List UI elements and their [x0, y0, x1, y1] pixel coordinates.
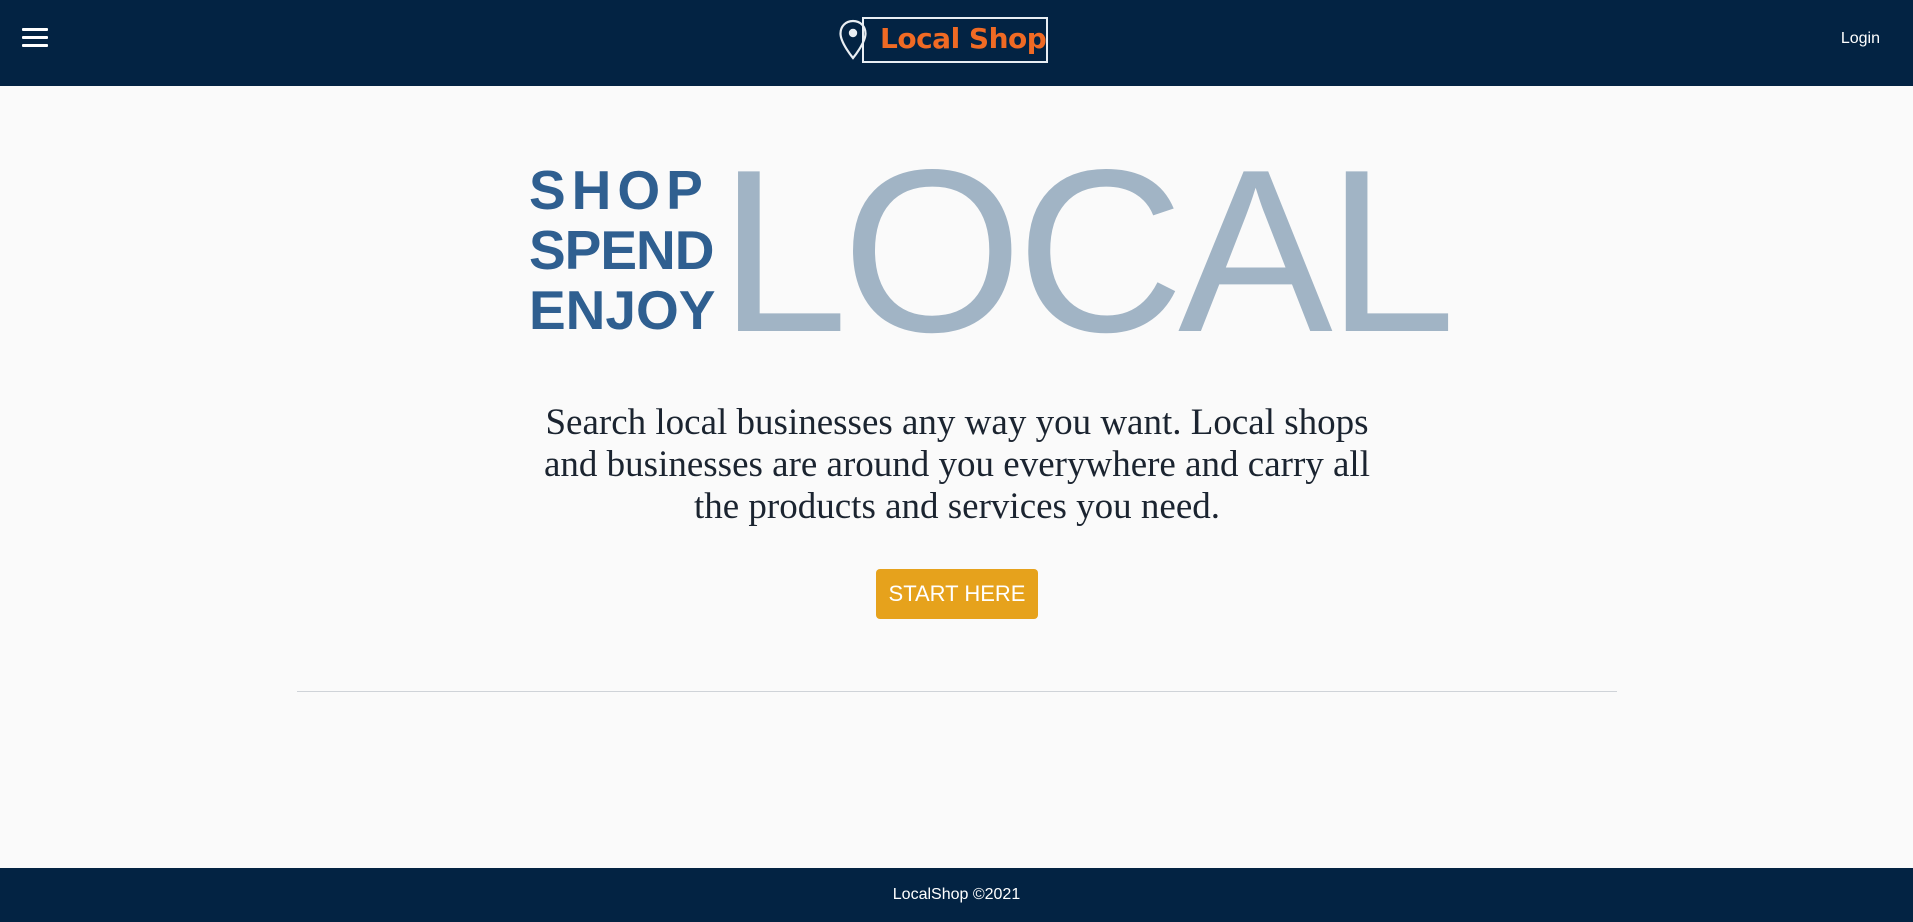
slogan-stack: SHOP SPEND ENJOY [529, 160, 719, 340]
login-link[interactable]: Login [1841, 28, 1880, 50]
hamburger-menu-icon[interactable] [22, 24, 48, 48]
slogan-word-spend: SPEND [529, 219, 715, 281]
hero-tagline: Search local businesses any way you want… [544, 402, 1370, 527]
start-here-button[interactable]: START HERE [876, 569, 1038, 619]
slogan-word-shop: SHOP [529, 159, 709, 221]
menu-bar-top [22, 28, 48, 31]
menu-bar-middle [22, 36, 48, 39]
menu-bar-bottom [22, 44, 48, 47]
slogan-word-enjoy: ENJOY [529, 279, 716, 341]
logo-text: Local Shop [880, 22, 1047, 55]
footer-copyright: LocalShop ©2021 [892, 886, 1021, 903]
page-footer: LocalShop ©2021 [0, 868, 1913, 922]
top-navbar: Local Shop Login [0, 0, 1913, 86]
site-logo[interactable]: Local Shop [838, 17, 1050, 63]
hero-big-word: LOCAL [719, 122, 1456, 381]
section-divider [297, 691, 1617, 692]
hero-section: SHOP SPEND ENJOY LOCAL Search local busi… [0, 86, 1913, 868]
